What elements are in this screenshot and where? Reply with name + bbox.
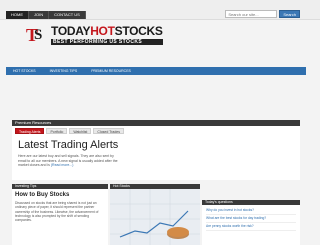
- logo-name: TODAYHOTSTOCKS: [51, 24, 163, 38]
- top-navigation: HOME JOIN CONTACT US: [6, 11, 86, 19]
- tab-portfolio[interactable]: Portfolio: [46, 128, 68, 134]
- topnav-join[interactable]: JOIN: [29, 11, 50, 19]
- questions-list: Why do you invest in hot stocks? What ar…: [202, 205, 300, 231]
- alerts-heading: Latest Trading Alerts: [18, 139, 119, 151]
- logo-tagline: BEST PERFORMING US STOCKS: [51, 39, 163, 45]
- tab-closed-trades[interactable]: Closed Trades: [93, 128, 124, 134]
- nav-hot-stocks[interactable]: HOT STOCKS: [6, 67, 43, 75]
- tab-watchlist[interactable]: Watchlist: [69, 128, 92, 134]
- read-more-link[interactable]: (Read more...): [51, 163, 74, 167]
- investing-tips-text: Discussed on stocks that are being share…: [15, 201, 99, 223]
- top-bar: HOME JOIN CONTACT US Search: [0, 0, 320, 20]
- search-input[interactable]: [225, 10, 278, 18]
- hot-stocks-box: Hot Stocks: [110, 184, 200, 245]
- question-link[interactable]: Why do you invest in hot stocks?: [206, 207, 296, 215]
- logo-mark-icon: T S: [26, 25, 43, 45]
- stock-chart-image-icon: [110, 189, 200, 245]
- premium-resources-panel: Premium Resources Trading Alerts Portfol…: [12, 120, 300, 180]
- main-navigation: HOT STOCKS INVESTING TIPS PREMIUM RESOUR…: [6, 67, 306, 75]
- todays-questions-box: Today's questions Why do you invest in h…: [202, 200, 300, 245]
- panel-title: Premium Resources: [12, 120, 300, 126]
- search-form: Search: [225, 10, 300, 18]
- hot-stocks-image[interactable]: [110, 189, 200, 245]
- nav-investing-tips[interactable]: INVESTING TIPS: [43, 67, 85, 75]
- investing-tips-title: Investing Tips: [12, 184, 108, 189]
- search-button[interactable]: Search: [279, 10, 300, 18]
- site-logo[interactable]: T S TODAYHOTSTOCKS BEST PERFORMING US ST…: [26, 25, 163, 45]
- topnav-home[interactable]: HOME: [6, 11, 29, 19]
- alerts-description: Here are our latest buy and sell signals…: [18, 154, 118, 167]
- premium-tabs: Trading Alerts Portfolio Watchlist Close…: [15, 128, 300, 134]
- tab-trading-alerts[interactable]: Trading Alerts: [15, 128, 45, 134]
- how-to-buy-heading[interactable]: How to Buy Stocks: [15, 192, 108, 199]
- question-link[interactable]: What are the best stocks for day trading…: [206, 215, 296, 223]
- nav-premium-resources[interactable]: PREMIUM RESOURCES: [84, 67, 138, 75]
- question-link[interactable]: Are penny stocks worth the risk?: [206, 223, 296, 231]
- investing-tips-box: Investing Tips How to Buy Stocks Discuss…: [12, 184, 108, 245]
- topnav-contact-us[interactable]: CONTACT US: [49, 11, 86, 19]
